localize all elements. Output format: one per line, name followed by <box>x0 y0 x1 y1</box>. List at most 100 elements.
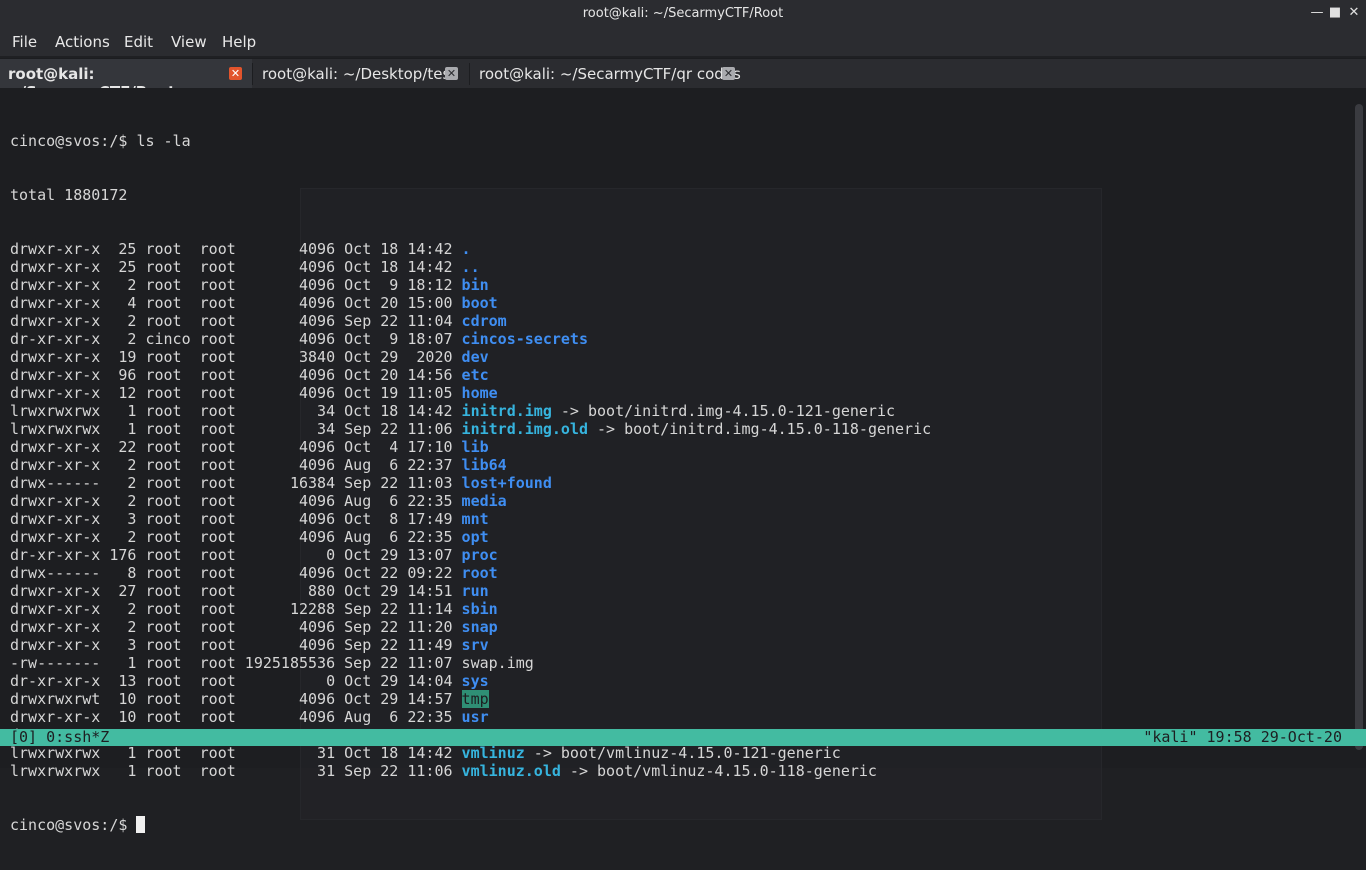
tab-qr-codes[interactable]: root@kali: ~/SecarmyCTF/qr codes ✕ <box>470 59 750 89</box>
listing-row: drwxr-xr-x 2 root root 12288 Sep 22 11:1… <box>10 600 931 618</box>
status-left: [0] 0:ssh*Z <box>10 728 110 746</box>
entry-name: proc <box>461 546 498 564</box>
link-target: -> boot/vmlinuz-4.15.0-121-generic <box>524 744 841 762</box>
scrollbar[interactable] <box>1355 104 1363 750</box>
tab-label: root@kali: ~/Desktop/test <box>262 65 457 83</box>
entry-name: lib64 <box>461 456 507 474</box>
entry-name: snap <box>461 618 498 636</box>
close-window-button[interactable]: ✕ <box>1345 4 1363 22</box>
listing-row: drwxr-xr-x 2 root root 4096 Aug 6 22:37 … <box>10 456 931 474</box>
menu-bar: File Actions Edit View Help <box>0 28 1366 56</box>
entry-name: home <box>461 384 498 402</box>
entry-name: media <box>461 492 507 510</box>
entry-info: drwxr-xr-x 2 root root 4096 Sep 22 11:20 <box>10 618 462 636</box>
listing-row: drwxr-xr-x 2 root root 4096 Oct 9 18:12 … <box>10 276 931 294</box>
menu-file[interactable]: File <box>12 33 37 51</box>
entry-info: drwxr-xr-x 2 root root 4096 Aug 6 22:37 <box>10 456 462 474</box>
entry-info: drwxr-xr-x 25 root root 4096 Oct 18 14:4… <box>10 240 462 258</box>
entry-info: drwxr-xr-x 2 root root 4096 Aug 6 22:35 <box>10 528 462 546</box>
entry-name: sbin <box>461 600 498 618</box>
entry-name: swap.img <box>461 654 534 672</box>
entry-name: mnt <box>461 510 489 528</box>
status-right: "kali" 19:58 29-Oct-20 <box>1143 728 1342 746</box>
entry-info: drwxr-xr-x 12 root root 4096 Oct 19 11:0… <box>10 384 462 402</box>
menu-actions[interactable]: Actions <box>55 33 110 51</box>
link-target: -> boot/initrd.img-4.15.0-121-generic <box>551 402 896 420</box>
listing-row: dr-xr-xr-x 2 cinco root 4096 Oct 9 18:07… <box>10 330 931 348</box>
entry-info: drwxr-xr-x 3 root root 4096 Oct 8 17:49 <box>10 510 462 528</box>
listing-row: drwxrwxrwt 10 root root 4096 Oct 29 14:5… <box>10 690 931 708</box>
entry-name: lost+found <box>461 474 552 492</box>
listing-row: drwxr-xr-x 2 root root 4096 Sep 22 11:04… <box>10 312 931 330</box>
maximize-button[interactable]: ■ <box>1326 4 1344 22</box>
entry-name: lib <box>461 438 489 456</box>
menu-edit[interactable]: Edit <box>124 33 153 51</box>
entry-name: opt <box>461 528 489 546</box>
terminal-area[interactable]: cinco@svos:/$ ls -la total 1880172 drwxr… <box>0 88 1366 834</box>
entry-name: sys <box>461 672 489 690</box>
window-title: root@kali: ~/SecarmyCTF/Root <box>582 6 784 21</box>
tab-bar: root@kali: ~/SecarmyCTF/Root ✕ root@kali… <box>0 58 1366 101</box>
entry-name: root <box>461 564 498 582</box>
total-line: total 1880172 <box>10 186 128 204</box>
listing-row: dr-xr-xr-x 176 root root 0 Oct 29 13:07 … <box>10 546 931 564</box>
listing-row: drwx------ 8 root root 4096 Oct 22 09:22… <box>10 564 931 582</box>
terminal-output: cinco@svos:/$ ls -la total 1880172 drwxr… <box>10 96 931 870</box>
tab-secarmyctf-root[interactable]: root@kali: ~/SecarmyCTF/Root ✕ <box>0 59 252 101</box>
entry-info: drwxr-xr-x 22 root root 4096 Oct 4 17:10 <box>10 438 462 456</box>
tab-desktop-test[interactable]: root@kali: ~/Desktop/test ✕ <box>253 59 469 89</box>
listing-row: drwxr-xr-x 96 root root 4096 Oct 20 14:5… <box>10 366 931 384</box>
entry-info: drwxr-xr-x 2 root root 12288 Sep 22 11:1… <box>10 600 462 618</box>
listing: drwxr-xr-x 25 root root 4096 Oct 18 14:4… <box>10 240 931 780</box>
entry-info: drwxr-xr-x 96 root root 4096 Oct 20 14:5… <box>10 366 462 384</box>
listing-row: drwxr-xr-x 3 root root 4096 Oct 8 17:49 … <box>10 510 931 528</box>
entry-info: drwxr-xr-x 27 root root 880 Oct 29 14:51 <box>10 582 462 600</box>
command: ls -la <box>136 132 191 150</box>
listing-row: drwxr-xr-x 22 root root 4096 Oct 4 17:10… <box>10 438 931 456</box>
listing-row: drwxr-xr-x 27 root root 880 Oct 29 14:51… <box>10 582 931 600</box>
text-cursor <box>136 816 146 833</box>
entry-info: drwxr-xr-x 25 root root 4096 Oct 18 14:4… <box>10 258 462 276</box>
entry-info: lrwxrwxrwx 1 root root 31 Sep 22 11:06 <box>10 762 462 780</box>
entry-info: lrwxrwxrwx 1 root root 31 Oct 18 14:42 <box>10 744 462 762</box>
entry-name: cincos-secrets <box>461 330 588 348</box>
menu-view[interactable]: View <box>171 33 207 51</box>
listing-row: drwxr-xr-x 2 root root 4096 Sep 22 11:20… <box>10 618 931 636</box>
listing-row: drwxr-xr-x 3 root root 4096 Sep 22 11:49… <box>10 636 931 654</box>
title-bar: root@kali: ~/SecarmyCTF/Root — ■ ✕ <box>0 0 1366 28</box>
entry-name: srv <box>461 636 489 654</box>
link-target: -> boot/initrd.img-4.15.0-118-generic <box>587 420 932 438</box>
entry-info: drwx------ 2 root root 16384 Sep 22 11:0… <box>10 474 462 492</box>
entry-info: drwx------ 8 root root 4096 Oct 22 09:22 <box>10 564 462 582</box>
listing-row: drwxr-xr-x 2 root root 4096 Aug 6 22:35 … <box>10 528 931 546</box>
listing-row: -rw------- 1 root root 1925185536 Sep 22… <box>10 654 931 672</box>
prompt: cinco@svos:/$ <box>10 816 128 834</box>
entry-name: run <box>461 582 489 600</box>
listing-row: lrwxrwxrwx 1 root root 34 Sep 22 11:06 i… <box>10 420 931 438</box>
tab-close-icon[interactable]: ✕ <box>445 67 458 80</box>
entry-info: dr-xr-xr-x 13 root root 0 Oct 29 14:04 <box>10 672 462 690</box>
listing-row: drwxr-xr-x 25 root root 4096 Oct 18 14:4… <box>10 240 931 258</box>
entry-name: dev <box>461 348 489 366</box>
entry-name: usr <box>461 708 489 726</box>
minimize-button[interactable]: — <box>1308 4 1326 22</box>
entry-info: lrwxrwxrwx 1 root root 34 Oct 18 14:42 <box>10 402 462 420</box>
menu-help[interactable]: Help <box>222 33 256 51</box>
current-prompt-line: cinco@svos:/$ <box>10 816 931 834</box>
entry-info: drwxr-xr-x 2 root root 4096 Sep 22 11:04 <box>10 312 462 330</box>
tab-close-icon[interactable]: ✕ <box>229 67 242 80</box>
command-line: cinco@svos:/$ ls -la <box>10 132 931 150</box>
tab-close-icon[interactable]: ✕ <box>722 67 735 80</box>
prompt: cinco@svos:/$ <box>10 132 128 150</box>
entry-name: vmlinuz <box>461 744 525 762</box>
entry-name: cdrom <box>461 312 507 330</box>
entry-name: vmlinuz.old <box>461 762 561 780</box>
entry-info: drwxr-xr-x 10 root root 4096 Aug 6 22:35 <box>10 708 462 726</box>
entry-info: dr-xr-xr-x 2 cinco root 4096 Oct 9 18:07 <box>10 330 462 348</box>
entry-name: initrd.img <box>461 402 552 420</box>
entry-name: initrd.img.old <box>461 420 588 438</box>
listing-row: lrwxrwxrwx 1 root root 34 Oct 18 14:42 i… <box>10 402 931 420</box>
entry-name: tmp <box>461 690 489 708</box>
listing-row: dr-xr-xr-x 13 root root 0 Oct 29 14:04 s… <box>10 672 931 690</box>
listing-row: drwxr-xr-x 4 root root 4096 Oct 20 15:00… <box>10 294 931 312</box>
